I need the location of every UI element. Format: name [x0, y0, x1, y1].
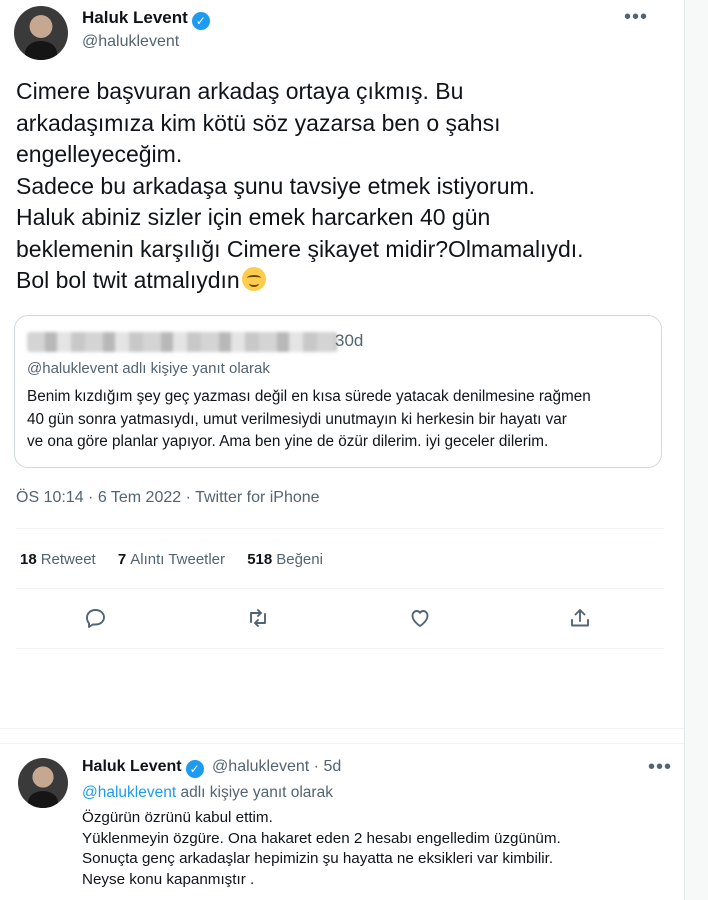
like-button[interactable] — [404, 602, 436, 634]
divider — [16, 648, 664, 649]
reply-more-options-icon[interactable]: ••• — [648, 756, 672, 779]
author-handle[interactable]: @haluklevent — [82, 33, 179, 51]
tweet-text-line: engelleyeceğim. — [16, 141, 183, 167]
tweet-text-line: Sadece bu arkadaşa şunu tavsiye etmek is… — [16, 172, 536, 199]
quoted-reply-context: @haluklevent adlı kişiye yanıt olarak — [27, 360, 270, 377]
stat-label: Retweet — [40, 551, 96, 568]
reply-text-line: Özgürün özrünü kabul ettim. — [82, 809, 273, 826]
share-button[interactable] — [564, 602, 596, 634]
stat-label: Beğeni — [276, 551, 323, 568]
quoted-tweet-time: 30d — [335, 331, 364, 350]
retweet-count[interactable]: 18 Retweet — [20, 551, 96, 568]
reply-to-link[interactable]: @haluklevent — [82, 784, 176, 801]
smiling-face-emoji-icon — [241, 267, 266, 291]
verified-badge-icon: ✓ — [185, 760, 204, 778]
reply-text-line: Neyse konu kapanmıştır . — [82, 870, 255, 888]
tweet-text-line-last: Bol bol twit atmalıydın — [16, 265, 666, 297]
stat-count: 7 — [117, 551, 127, 568]
tweet-stats: 18 Retweet 7 Alıntı Tweetler 518 Beğeni — [20, 551, 341, 568]
reply-button[interactable] — [80, 602, 112, 634]
tweet-text-line: Cimere başvuran arkadaş ortaya çıkmış. B… — [16, 78, 464, 104]
divider — [16, 528, 664, 529]
section-separator — [0, 728, 684, 744]
tweet-text-line: arkadaşımıza kim kötü söz yazarsa ben o … — [16, 109, 501, 136]
divider — [16, 588, 664, 589]
reply-author-name[interactable]: Haluk Levent — [82, 758, 182, 775]
author-avatar[interactable] — [14, 6, 68, 60]
quoted-tweet[interactable]: 30d @haluklevent adlı kişiye yanıt olara… — [14, 315, 662, 468]
more-options-icon[interactable]: ••• — [624, 6, 648, 29]
reply-tweet-text: Özgürün özrünü kabul ettim. Yüklenmeyin … — [82, 808, 672, 890]
author-name[interactable]: Haluk Levent — [82, 8, 188, 27]
tweet-text-line: beklemenin karşılığı Cimere şikayet midi… — [16, 235, 584, 262]
like-icon — [411, 610, 429, 627]
tweet-text: Cimere başvuran arkadaş ortaya çıkmış. B… — [16, 76, 666, 297]
tweet-text-line: Haluk abiniz sizler için emek harcarken … — [16, 204, 491, 230]
quoted-text-line: 40 gün sonra yatmasıydı, umut verilmesiy… — [27, 410, 567, 428]
retweet-button[interactable] — [242, 602, 274, 634]
tweet-timestamp[interactable]: ÖS 10:14 · 6 Tem 2022 · Twitter for iPho… — [16, 489, 320, 507]
reply-author-row: Haluk Levent ✓ @haluklevent · 5d — [82, 758, 341, 778]
page-scroll-frame — [684, 0, 708, 900]
author-name-row[interactable]: Haluk Levent ✓ — [82, 8, 210, 30]
like-count[interactable]: 518 Beğeni — [247, 551, 323, 568]
reply-author-handle[interactable]: @haluklevent · 5d — [212, 758, 341, 775]
reply-author-avatar[interactable] — [18, 758, 68, 808]
tweet-text-line-content: Bol bol twit atmalıydın — [16, 267, 240, 293]
reply-text-line: Yüklenmeyin özgüre. Ona hakaret eden 2 h… — [82, 829, 561, 847]
stat-count: 18 — [20, 551, 37, 568]
quoted-text-line: Benim kızdığım şey geç yazması değil en … — [27, 388, 591, 405]
stat-label: Alıntı Tweetler — [130, 551, 226, 568]
reply-context-text: adlı kişiye yanıt olarak — [176, 784, 333, 801]
quoted-text-line: ve ona göre planlar yapıyor. Ama ben yin… — [27, 433, 549, 450]
verified-badge-icon: ✓ — [191, 12, 210, 30]
quoted-tweet-text: Benim kızdığım şey geç yazması değil en … — [27, 386, 652, 454]
retweet-icon — [250, 609, 266, 627]
share-icon — [571, 609, 589, 627]
quote-tweet-count[interactable]: 7 Alıntı Tweetler — [118, 551, 225, 568]
stat-count: 518 — [247, 551, 273, 568]
blurred-author — [27, 332, 337, 352]
reply-icon — [86, 609, 105, 628]
main-tweet: Haluk Levent ✓ @haluklevent ••• Cimere ba… — [0, 0, 684, 730]
reply-text-line: Sonuçta genç arkadaşlar hepimizin şu hay… — [82, 850, 554, 867]
reply-context: @haluklevent adlı kişiye yanıt olarak — [82, 784, 333, 802]
